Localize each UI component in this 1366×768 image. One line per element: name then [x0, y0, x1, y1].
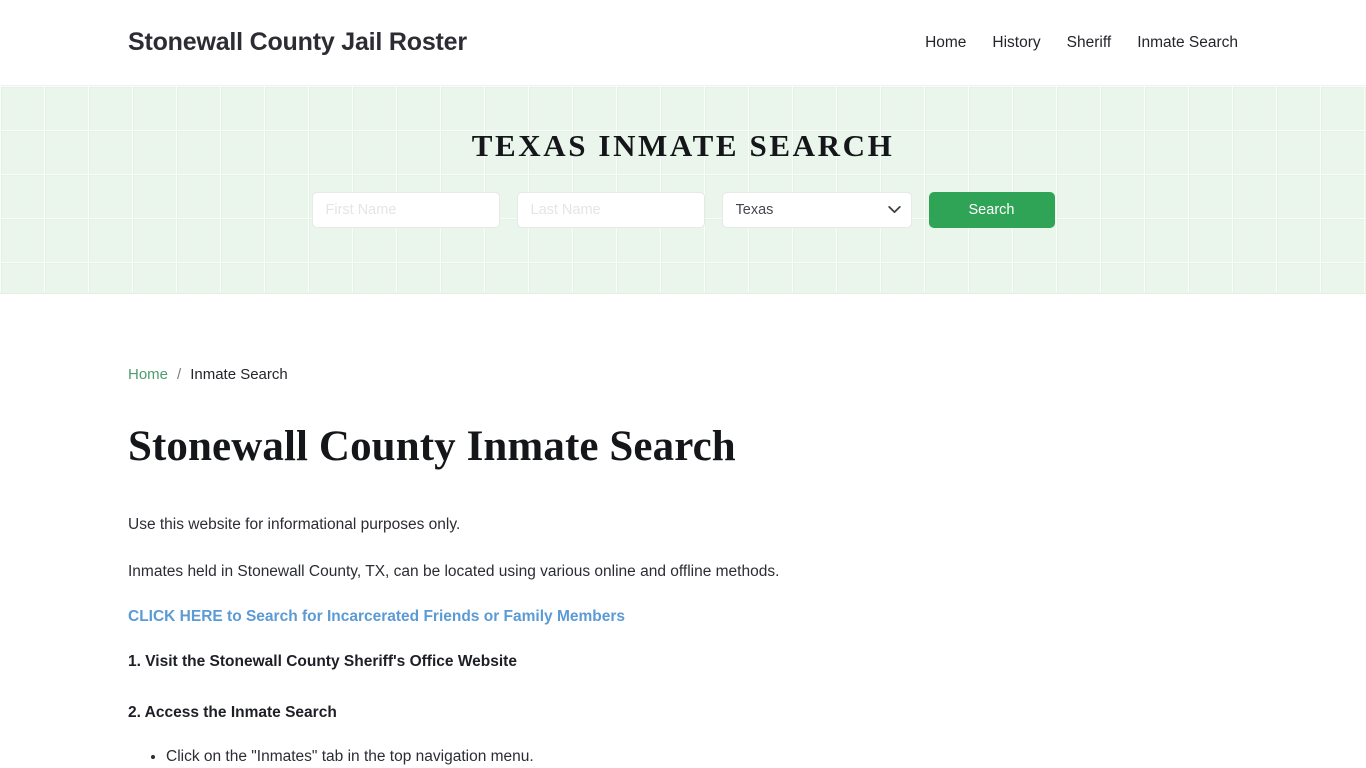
main-content: Home / Inmate Search Stonewall County In…: [0, 367, 1366, 768]
breadcrumb-separator: /: [177, 366, 182, 383]
step-2-heading: 2. Access the Inmate Search: [128, 704, 337, 722]
nav-item-home[interactable]: Home: [925, 34, 966, 52]
page-title: Stonewall County Inmate Search: [128, 423, 736, 470]
list-item: Click on the "Inmates" tab in the top na…: [166, 745, 1238, 768]
state-select-wrapper: Texas: [721, 192, 912, 228]
site-brand[interactable]: Stonewall County Jail Roster: [128, 28, 467, 57]
cta-search-link[interactable]: CLICK HERE to Search for Incarcerated Fr…: [128, 608, 625, 626]
inmate-search-form: Texas Search: [311, 192, 1055, 228]
first-name-input[interactable]: [311, 192, 500, 228]
nav-item-inmate-search[interactable]: Inmate Search: [1137, 34, 1238, 52]
site-header: Stonewall County Jail Roster Home Histor…: [0, 0, 1366, 86]
state-select[interactable]: Texas: [721, 192, 912, 228]
page-root: Stonewall County Jail Roster Home Histor…: [0, 0, 1366, 768]
intro-paragraph-2: Inmates held in Stonewall County, TX, ca…: [128, 562, 780, 580]
nav-item-history[interactable]: History: [992, 34, 1040, 52]
step-1-heading: 1. Visit the Stonewall County Sheriff's …: [128, 653, 517, 671]
breadcrumb-home-link[interactable]: Home: [128, 367, 168, 382]
search-button[interactable]: Search: [928, 192, 1055, 228]
nav-item-sheriff[interactable]: Sheriff: [1067, 34, 1112, 52]
intro-paragraph-1: Use this website for informational purpo…: [128, 516, 461, 534]
hero-title: TEXAS INMATE SEARCH: [471, 128, 895, 163]
main-navigation: Home History Sheriff Inmate Search: [925, 34, 1238, 52]
last-name-input[interactable]: [516, 192, 705, 228]
breadcrumb-current: Inmate Search: [190, 366, 288, 383]
step-2-bullet-list: Click on the "Inmates" tab in the top na…: [128, 745, 1238, 768]
hero-search-section: TEXAS INMATE SEARCH Texas Search: [0, 86, 1366, 294]
breadcrumb: Home / Inmate Search: [128, 367, 1238, 382]
